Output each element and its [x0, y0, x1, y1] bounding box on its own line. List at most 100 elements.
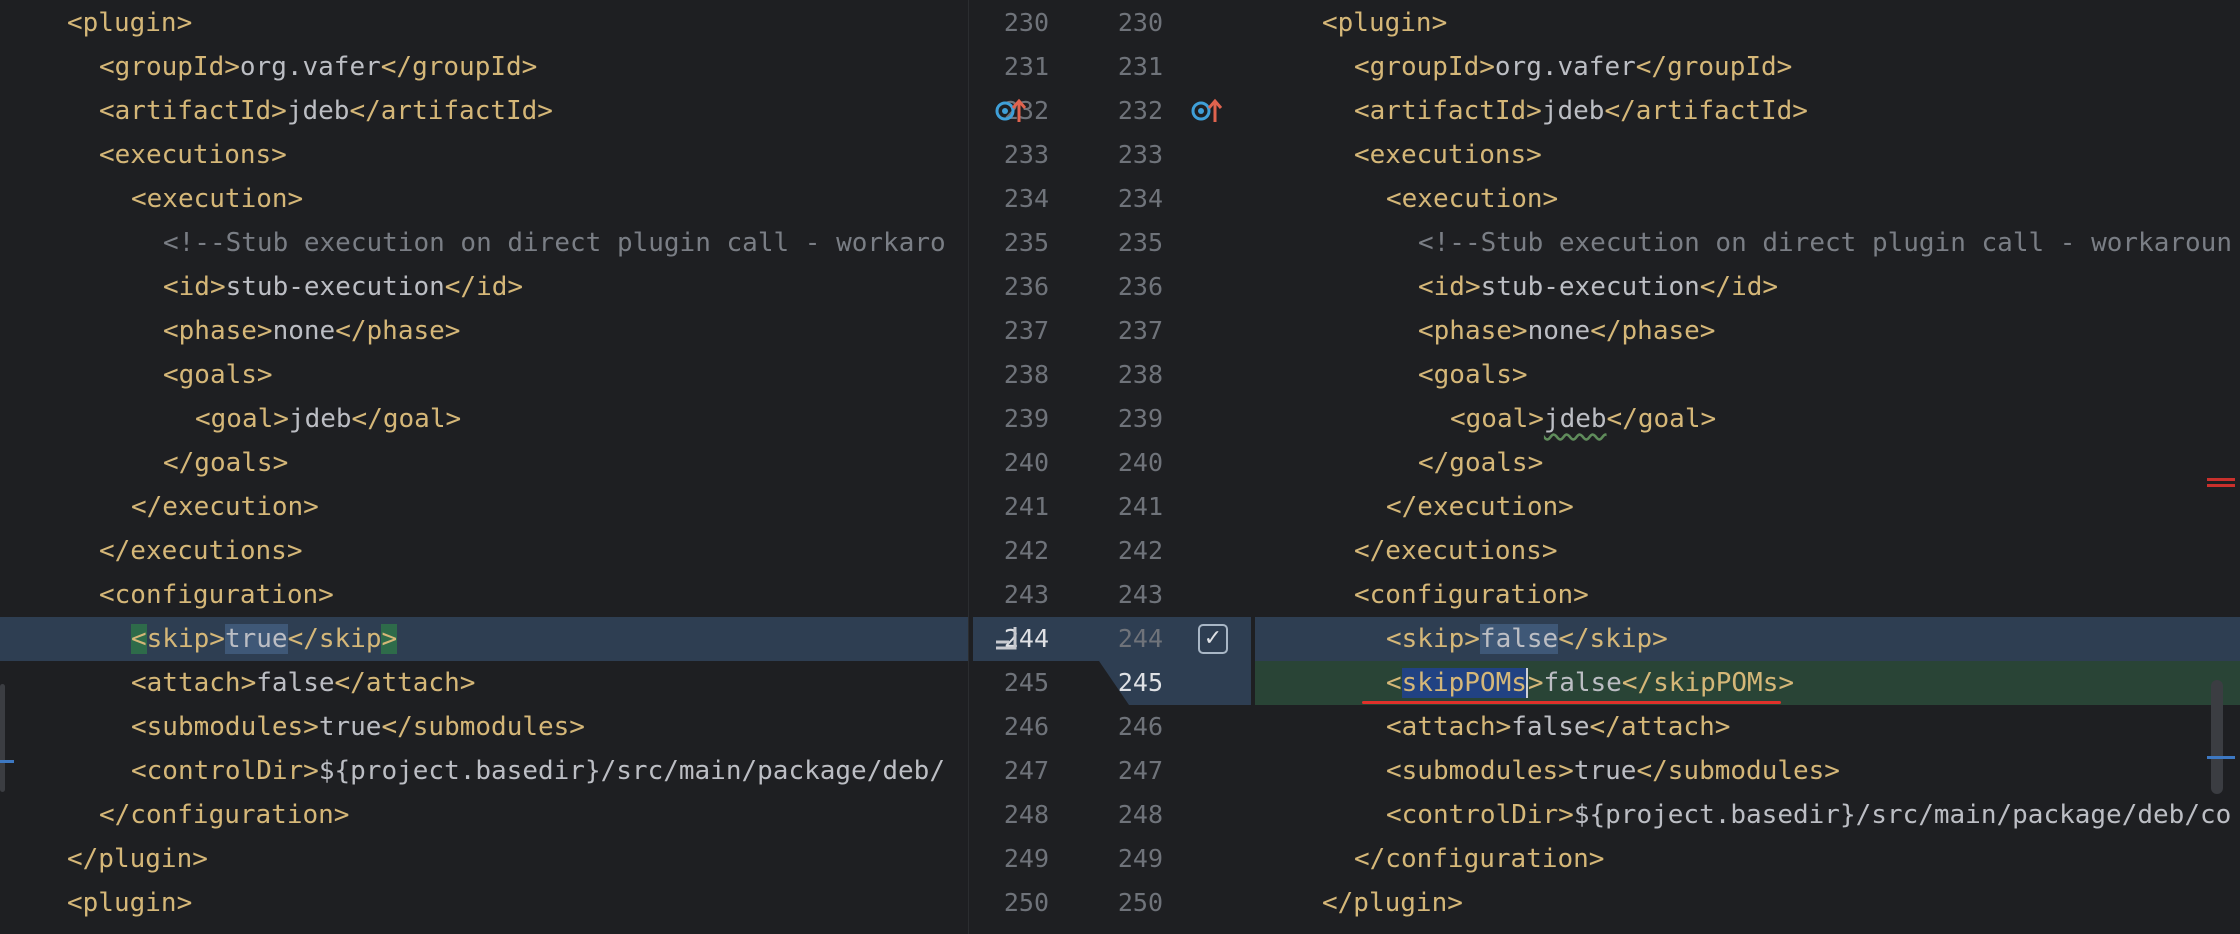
- code-line[interactable]: <!--Stub execution on direct plugin call…: [0, 221, 968, 265]
- code-line[interactable]: <groupId>org.vafer</groupId>: [0, 45, 968, 89]
- code-line[interactable]: <phase>none</phase>: [0, 309, 968, 353]
- left-line-number: 248: [1003, 800, 1049, 829]
- left-line-number: 239: [1003, 404, 1049, 433]
- code-comment: <!--Stub execution on direct plugin call…: [163, 228, 946, 258]
- xml-value-token: jdeb: [1541, 96, 1605, 126]
- code-line[interactable]: <id>stub-execution</id>: [0, 265, 968, 309]
- xml-tag-token: <controlDir>: [1386, 800, 1574, 830]
- xml-tag-token: </plugin>: [1322, 888, 1463, 918]
- code-line[interactable]: <goal>jdeb</goal>: [0, 397, 968, 441]
- code-line[interactable]: </configuration>: [0, 793, 968, 837]
- code-line[interactable]: </plugin>: [0, 837, 968, 881]
- code-line[interactable]: </execution>: [0, 485, 968, 529]
- apply-change-icon[interactable]: [993, 624, 1023, 654]
- xml-tag-token: <: [1386, 668, 1402, 698]
- xml-value-token: org.vafer: [1494, 52, 1636, 82]
- xml-tag-token: </goals>: [1418, 448, 1544, 478]
- left-editor-pane[interactable]: <plugin> <groupId>org.vafer</groupId> <art…: [0, 0, 968, 934]
- code-line[interactable]: </plugin>: [1255, 881, 2240, 925]
- code-line[interactable]: <artifactId>jdeb</artifactId>: [1255, 89, 2240, 133]
- code-line[interactable]: </goals>: [0, 441, 968, 485]
- code-line[interactable]: <groupId>org.vafer</groupId>: [1255, 45, 2240, 89]
- code-line[interactable]: <attach>false</attach>: [0, 661, 968, 705]
- error-stripe-marker[interactable]: [2207, 478, 2235, 487]
- right-editor-pane[interactable]: <plugin> <groupId>org.vafer</groupId> <art…: [1255, 0, 2240, 934]
- code-line[interactable]: <!--Stub execution on direct plugin call…: [1255, 221, 2240, 265]
- xml-tag-token: <controlDir>: [131, 756, 319, 786]
- code-line[interactable]: <goals>: [1255, 353, 2240, 397]
- code-line[interactable]: <configuration>: [0, 573, 968, 617]
- code-line[interactable]: <submodules>true</submodules>: [1255, 749, 2240, 793]
- code-line[interactable]: <plugin>: [0, 881, 968, 925]
- code-line[interactable]: <artifactId>jdeb</artifactId>: [0, 89, 968, 133]
- code-line[interactable]: <executions>: [1255, 133, 2240, 177]
- xml-value-token: stub-execution: [225, 272, 445, 302]
- code-line[interactable]: </execution>: [1255, 485, 2240, 529]
- xml-value-token: org.vafer: [239, 52, 381, 82]
- xml-tag-token: </executions>: [1354, 536, 1558, 566]
- right-line-number: 239: [1117, 404, 1163, 433]
- xml-value-token: jdeb: [286, 96, 350, 126]
- left-line-number: 233: [1003, 140, 1049, 169]
- code-line[interactable]: </executions>: [0, 529, 968, 573]
- xml-tag-token: </attach>: [1589, 712, 1731, 742]
- right-line-number: 242: [1117, 536, 1163, 565]
- xml-tag-token: skipPOMs: [1401, 668, 1527, 698]
- code-line[interactable]: </configuration>: [1255, 837, 2240, 881]
- xml-tag-token: <id>: [163, 272, 226, 302]
- code-line[interactable]: <configuration>: [1255, 573, 2240, 617]
- left-line-number: 230: [1003, 8, 1049, 37]
- xml-tag-token: <goals>: [1418, 360, 1528, 390]
- code-line[interactable]: <submodules>true</submodules>: [0, 705, 968, 749]
- code-line[interactable]: <plugin>: [1255, 1, 2240, 45]
- code-line[interactable]: <execution>: [1255, 177, 2240, 221]
- code-line[interactable]: </goals>: [1255, 441, 2240, 485]
- xml-tag-token: <goals>: [163, 360, 273, 390]
- code-line[interactable]: <controlDir>${project.basedir}/src/main/…: [1255, 793, 2240, 837]
- change-stripe-marker[interactable]: [2207, 756, 2235, 759]
- code-line[interactable]: <skip>true</skip>: [0, 617, 968, 661]
- left-line-number: 246: [1003, 712, 1049, 741]
- code-line[interactable]: </executions>: [1255, 529, 2240, 573]
- xml-tag-token: <attach>: [131, 668, 257, 698]
- error-underline: [1362, 701, 1781, 704]
- code-line[interactable]: <id>stub-execution</id>: [1255, 265, 2240, 309]
- code-line[interactable]: <skipPOMs>false</skipPOMs>: [1255, 661, 2240, 705]
- right-line-number: 241: [1117, 492, 1163, 521]
- xml-value-token: false: [1479, 624, 1559, 654]
- left-change-stripe-marker[interactable]: [0, 760, 14, 763]
- code-line[interactable]: <goal>jdeb</goal>: [1255, 397, 2240, 441]
- left-line-number: 235: [1003, 228, 1049, 257]
- left-line-number: 237: [1003, 316, 1049, 345]
- xml-tag-token: </skip: [287, 624, 382, 654]
- code-line[interactable]: <execution>: [0, 177, 968, 221]
- xml-tag-token: <configuration>: [99, 580, 334, 610]
- implemented-method-icon[interactable]: [995, 96, 1027, 126]
- xml-value-token: true: [224, 624, 288, 654]
- code-line[interactable]: <executions>: [0, 133, 968, 177]
- code-line[interactable]: <attach>false</attach>: [1255, 705, 2240, 749]
- diff-gutter: 230 231 232 233 234 235 236 237 238 239 240 241 242 2…: [968, 0, 1256, 934]
- code-line[interactable]: <goals>: [0, 353, 968, 397]
- xml-tag-token: <execution>: [131, 184, 304, 214]
- xml-value-token: jdeb: [288, 404, 352, 434]
- xml-tag-token: <id>: [1418, 272, 1481, 302]
- right-line-number: 232: [1117, 96, 1163, 125]
- code-line[interactable]: <plugin>: [0, 1, 968, 45]
- code-line[interactable]: <skip>false</skip>: [1255, 617, 2240, 661]
- right-line-number: 230: [1117, 8, 1163, 37]
- xml-tag-token: <phase>: [163, 316, 273, 346]
- xml-tag-token: </goal>: [351, 404, 462, 434]
- right-line-number: 233: [1117, 140, 1163, 169]
- left-scrollbar-thumb[interactable]: [0, 684, 5, 792]
- xml-tag-token: <submodules>: [1386, 756, 1574, 786]
- right-line-number: 235: [1117, 228, 1163, 257]
- code-line[interactable]: <controlDir>${project.basedir}/src/main/…: [0, 749, 968, 793]
- vertical-scrollbar-thumb[interactable]: [2211, 680, 2223, 794]
- implemented-method-icon[interactable]: [1191, 96, 1223, 126]
- checkbox-checked-icon[interactable]: ✓: [1198, 624, 1228, 654]
- code-line[interactable]: <phase>none</phase>: [1255, 309, 2240, 353]
- left-line-number: 238: [1003, 360, 1049, 389]
- xml-tag-token: <goal>: [1450, 404, 1544, 434]
- xml-tag-token: </skipPOMs>: [1621, 668, 1795, 698]
